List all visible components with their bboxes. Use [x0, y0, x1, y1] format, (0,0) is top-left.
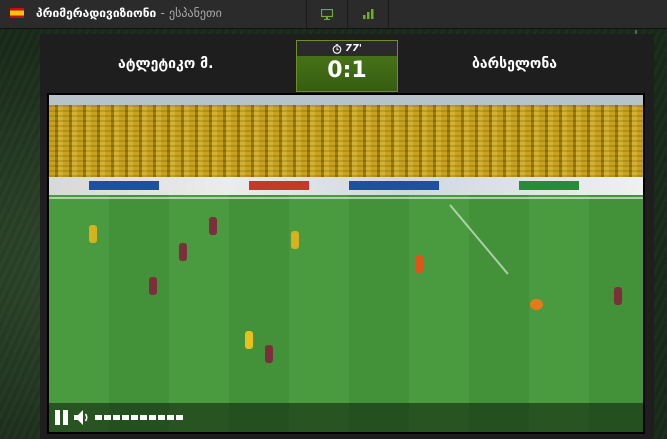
home-team-name: ატლეტიკო მ. [118, 56, 214, 72]
league-name: პრიმერადივიზიონი [36, 6, 157, 20]
volume-slider[interactable] [95, 415, 183, 420]
video-frame-boards [49, 177, 643, 195]
video-controls [49, 403, 643, 432]
score-value: 0:1 [327, 58, 367, 83]
league-country: ესპანეთი [169, 6, 222, 20]
clock-icon [332, 43, 342, 54]
away-team-name: ბარსელონა [472, 56, 558, 72]
match-minute: 77' [297, 41, 397, 56]
tv-icon [321, 8, 333, 20]
tv-button[interactable] [306, 0, 347, 28]
spain-flag-icon [10, 8, 24, 18]
top-bar: პრიმერადივიზიონი - ესპანეთი [0, 0, 667, 29]
match-panel: ატლეტიკო მ. 77' 0:1 ბარსელონა [40, 34, 654, 439]
bar-chart-icon [362, 9, 373, 19]
video-frame-pitch [49, 195, 643, 432]
video-frame-stands [49, 95, 643, 177]
video-player[interactable] [47, 93, 645, 434]
video-frame-roof [49, 95, 643, 105]
minute-value: 77' [345, 43, 362, 54]
scoreboard: 77' 0:1 [296, 40, 398, 92]
pause-icon[interactable] [55, 410, 69, 425]
statistics-button[interactable] [347, 0, 389, 28]
league-title[interactable]: პრიმერადივიზიონი - ესპანეთი [36, 6, 222, 20]
league-separator: - [160, 6, 165, 20]
speaker-icon[interactable] [73, 409, 91, 426]
